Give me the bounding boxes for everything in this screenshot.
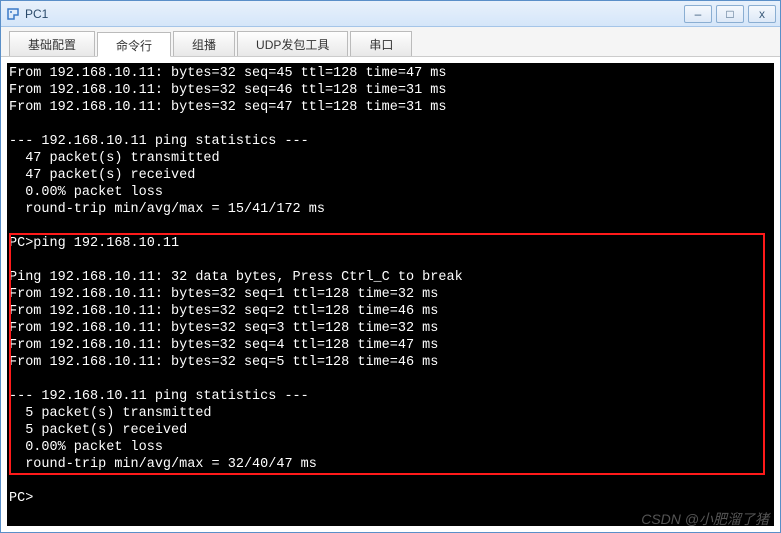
app-window: PC1 – □ x 基础配置 命令行 组播 UDP发包工具 串口 From 19… [0, 0, 781, 533]
tab-multicast[interactable]: 组播 [173, 31, 235, 56]
tab-udp-tool[interactable]: UDP发包工具 [237, 31, 348, 56]
tab-serial[interactable]: 串口 [350, 31, 412, 56]
maximize-button[interactable]: □ [716, 5, 744, 23]
window-title: PC1 [25, 7, 684, 21]
terminal-panel[interactable]: From 192.168.10.11: bytes=32 seq=45 ttl=… [7, 63, 774, 526]
tab-basic-config[interactable]: 基础配置 [9, 31, 95, 56]
app-icon [5, 6, 21, 22]
tab-cli[interactable]: 命令行 [97, 32, 171, 57]
terminal-output[interactable]: From 192.168.10.11: bytes=32 seq=45 ttl=… [9, 65, 772, 507]
window-controls: – □ x [684, 5, 776, 23]
titlebar[interactable]: PC1 – □ x [1, 1, 780, 27]
watermark: CSDN @小肥溜了猪 [641, 509, 769, 529]
close-button[interactable]: x [748, 5, 776, 23]
tab-strip: 基础配置 命令行 组播 UDP发包工具 串口 [1, 27, 780, 57]
minimize-button[interactable]: – [684, 5, 712, 23]
